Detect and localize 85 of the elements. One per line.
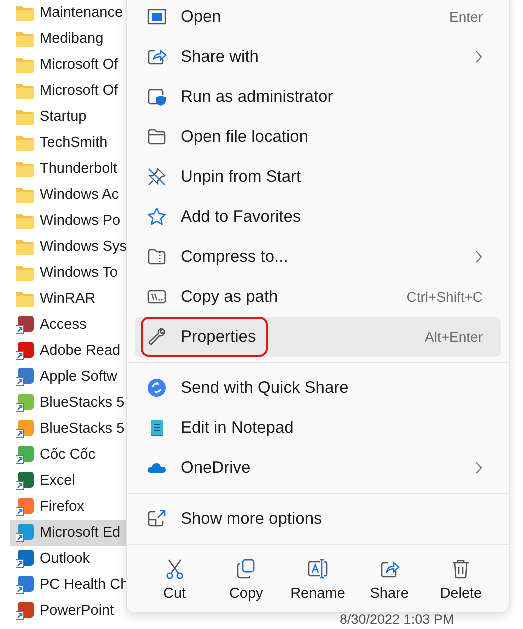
menu-item[interactable]: Share with [135,37,501,77]
action-button[interactable]: Cut [139,554,211,606]
folder-icon [16,188,34,202]
unpin-icon [147,167,167,187]
action-button[interactable]: Copy [210,554,282,606]
shortcut-text: Alt+Enter [425,329,484,345]
file-list-item[interactable]: BlueStacks 5 [0,390,128,416]
chevron-right-icon [475,250,483,264]
wrench-icon [147,327,167,347]
file-list-item[interactable]: Cốc Cốc [0,442,128,468]
file-list-item[interactable]: Medibang [0,26,128,52]
folder-icon [16,32,34,46]
folder-icon [16,266,34,280]
share-icon [147,47,167,67]
chevron-right-icon [475,461,483,475]
menu-item[interactable]: OneDrive [135,448,501,488]
folder-icon [16,110,34,124]
copy-icon [235,558,258,580]
chevron-right-icon [475,50,483,64]
star-icon [147,207,167,227]
file-list-item[interactable]: Thunderbolt [0,156,128,182]
file-list-item[interactable]: Outlook [0,546,128,572]
zip-folder-icon [147,247,167,267]
app-shortcut-icon [16,368,34,386]
menu-item[interactable]: Open file location [135,117,501,157]
app-shortcut-icon [16,576,34,594]
file-list-item[interactable]: Apple Softw [0,364,128,390]
file-list-item[interactable]: Firefox [0,494,128,520]
folder-icon [16,292,34,306]
app-shortcut-icon [16,316,34,334]
file-list-item[interactable]: Microsoft Of [0,52,128,78]
menu-item[interactable]: Open Enter [135,0,501,37]
window-icon [147,7,167,27]
shortcut-text: Enter [450,9,484,25]
date-modified-text: 8/30/2022 1:03 PM [340,612,454,627]
file-list-item[interactable]: Windows Sys [0,234,128,260]
file-list-item[interactable]: Windows To [0,260,128,286]
app-shortcut-icon [16,342,34,360]
app-shortcut-icon [16,446,34,464]
file-list-item[interactable]: Access [0,312,128,338]
app-shortcut-icon [16,550,34,568]
menu-item[interactable]: Add to Favorites [135,197,501,237]
folder-icon [147,127,167,147]
file-list-item[interactable]: TechSmith [0,130,128,156]
folder-icon [16,84,34,98]
menu-item[interactable]: Send with Quick Share [135,368,501,408]
action-button[interactable]: Delete [425,554,497,606]
folder-icon [16,136,34,150]
file-list-item[interactable]: WinRAR [0,286,128,312]
file-list-item[interactable]: Maintenance [0,0,128,26]
menu-item[interactable]: Run as administrator [135,77,501,117]
open-external-icon [147,509,167,529]
file-list-item[interactable]: Excel [0,468,128,494]
app-shortcut-icon [16,524,34,542]
file-list-item[interactable]: BlueStacks 5 [0,416,128,442]
shield-window-icon [147,87,167,107]
action-button[interactable]: Rename [282,554,354,606]
scissors-icon [164,558,186,580]
menu-item[interactable]: Unpin from Start [135,157,501,197]
folder-icon [16,214,34,228]
app-shortcut-icon [16,394,34,412]
app-shortcut-icon [16,420,34,438]
shortcut-text: Ctrl+Shift+C [406,289,484,305]
folder-icon [16,6,34,20]
menu-item[interactable]: Show more options [135,499,501,539]
file-list-item[interactable]: PowerPoint [0,598,128,624]
menu-item[interactable]: Compress to... [135,237,501,277]
file-list-item[interactable]: Adobe Read [0,338,128,364]
folder-icon [16,58,34,72]
menu-item[interactable]: Copy as path Ctrl+Shift+C [135,277,501,317]
app-shortcut-icon [16,602,34,620]
app-shortcut-icon [16,498,34,516]
quick-share-icon [147,378,167,398]
file-list-item[interactable]: Microsoft Ed [10,520,128,546]
menu-item[interactable]: Properties Alt+Enter [135,317,501,357]
folder-icon [16,240,34,254]
rename-icon [306,558,329,580]
file-list-item[interactable]: Windows Ac [0,182,128,208]
app-shortcut-icon [16,472,34,490]
action-button[interactable]: Share [354,554,426,606]
menu-item[interactable]: Edit in Notepad [135,408,501,448]
folder-icon [16,162,34,176]
file-list-item[interactable]: Windows Po [0,208,128,234]
file-list-item[interactable]: Startup [0,104,128,130]
file-list-item[interactable]: Microsoft Of [0,78,128,104]
